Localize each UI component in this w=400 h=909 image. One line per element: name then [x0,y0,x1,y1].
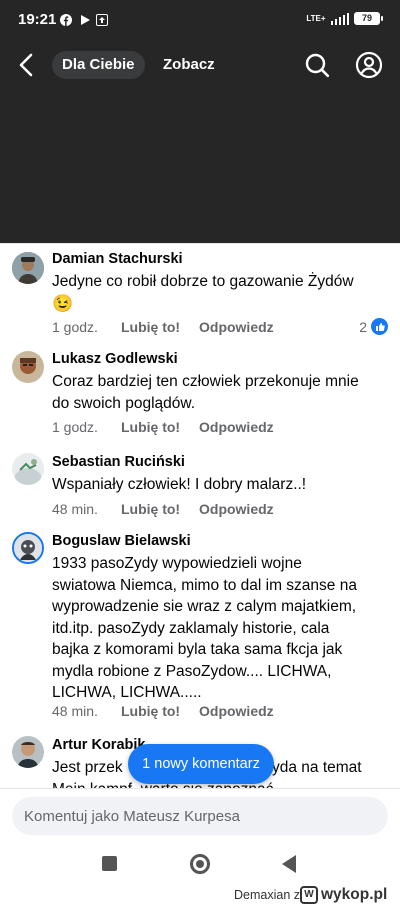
upload-notification-icon [96,14,108,26]
comment-text-line: wyprowadzenie sie wraz z calym majatkiem… [52,598,357,615]
comment-meta: 1 godz. Lubię to! Odpowiedz [52,319,274,335]
network-type: LTE+ [306,13,326,23]
comment-author[interactable]: Lukasz Godlewski [52,351,178,367]
watermark-site: wykop.pl [321,886,388,903]
comment-time: 48 min. [52,703,98,719]
comment-text-fragment: Jest przek [52,759,123,776]
comment-text-fragment: yda na temat [272,759,362,776]
comment-text-line: 1933 pasoZydy wypowiedzieli wojne [52,555,302,572]
avatar[interactable] [12,532,44,564]
comment-author[interactable]: Sebastian Ruciński [52,454,185,470]
new-comments-button[interactable]: 1 nowy komentarz [128,744,274,784]
comment-text: Coraz bardziej ten człowiek przekonuje m… [52,371,392,414]
like-button[interactable]: Lubię to! [121,419,199,435]
reply-button[interactable]: Odpowiedz [199,419,274,435]
like-button[interactable]: Lubię to! [121,703,199,719]
comment-author[interactable]: Boguslaw Bielawski [52,533,191,549]
reply-button[interactable]: Odpowiedz [199,501,274,517]
comment-text-line: Coraz bardziej ten człowiek przekonuje m… [52,373,359,390]
status-bar: 19:21 LTE+ 79 [0,0,400,40]
comment-text-line: mydla robione z PasoZydow.... LICHWA, [52,662,332,680]
comment-time: 1 godz. [52,419,98,435]
comment-input[interactable] [12,797,388,835]
video-area: 19:21 LTE+ 79 Dla Ciebie Zobacz [0,0,400,243]
like-button[interactable]: Lubię to! [121,319,199,335]
avatar[interactable] [12,453,44,485]
comment-text-line: LICHWA, LICHWA..... [52,684,202,701]
tab-zobacz[interactable]: Zobacz [153,51,225,79]
system-back-icon[interactable] [282,855,296,873]
tab-dla-ciebie[interactable]: Dla Ciebie [52,51,145,79]
system-nav-bar [0,844,400,884]
avatar[interactable] [12,736,44,768]
comment-text: Wspaniały człowiek! I dobry malarz..! [52,476,307,493]
comment-time: 1 godz. [52,319,98,335]
comments-list[interactable]: Damian Stachurski Jedyne co robił dobrze… [0,243,400,788]
back-arrow-icon[interactable] [12,50,42,80]
comment-text-line: do swoich poglądów. [52,394,196,412]
signal-icon [330,12,349,25]
comment-text-line: itd.itp. pasoZydy zaklamaly historie, ca… [52,619,330,637]
reaction-count: 2 [359,318,367,335]
status-right: LTE+ 79 [306,12,383,25]
status-time: 19:21 [18,11,57,28]
like-button[interactable]: Lubię to! [121,501,199,517]
wykop-logo-icon: W [300,886,318,904]
comment-text-line: swiatowa Niemca, mimo to dal im szanse n… [52,576,357,594]
reply-button[interactable]: Odpowiedz [199,319,274,335]
comment-meta: 1 godz. Lubię to! Odpowiedz [52,419,274,435]
recent-apps-icon[interactable] [102,856,117,871]
battery-icon: 79 [354,12,383,25]
watermark-user: Demaxian z [234,888,301,902]
play-notification-icon [81,15,90,25]
top-nav: Dla Ciebie Zobacz [0,40,400,90]
compose-bar [0,788,400,844]
reaction-summary[interactable]: 2 [359,318,388,335]
search-icon[interactable] [302,50,332,80]
comment-text-line: bajka z komorami byla taka sama fkcja ja… [52,641,343,658]
comment-time: 48 min. [52,501,98,517]
comment-text-body: Jedyne co robił dobrze to gazowanie Żydó… [52,273,354,290]
watermark: Demaxian z W wykop.pl [0,884,400,909]
facebook-notification-icon [60,14,72,26]
profile-icon[interactable] [354,50,384,80]
comment-meta: 48 min. Lubię to! Odpowiedz [52,501,274,517]
comment-text: 1933 pasoZydy wypowiedzieli wojne swiato… [52,553,392,704]
avatar[interactable] [12,351,44,383]
comment-text: Jedyne co robił dobrze to gazowanie Żydó… [52,271,392,315]
comment-meta: 48 min. Lubię to! Odpowiedz [52,703,274,719]
wink-emoji: 😉 [52,293,74,313]
thumbs-up-icon [371,318,388,335]
avatar[interactable] [12,252,44,284]
home-icon[interactable] [190,854,210,874]
reply-button[interactable]: Odpowiedz [199,703,274,719]
comment-author[interactable]: Damian Stachurski [52,251,183,267]
